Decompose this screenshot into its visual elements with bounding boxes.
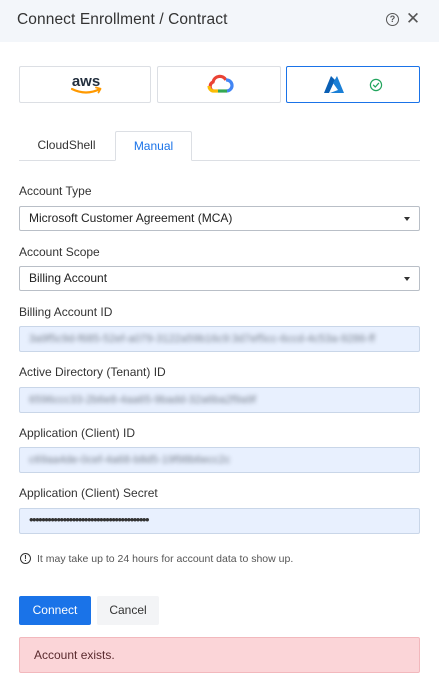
account-type-label: Account Type [19, 184, 92, 198]
connect-button[interactable]: Connect [19, 596, 91, 625]
account-type-value: Microsoft Customer Agreement (MCA) [29, 211, 233, 225]
client-secret-label: Application (Client) Secret [19, 486, 158, 500]
provider-gcp-button[interactable] [157, 66, 281, 103]
billing-account-id-value: 3a9f5c9d-f685-52ef-a079-3122a59b16c9:3d7… [29, 333, 375, 345]
aws-logo-icon: aws [70, 73, 102, 94]
provider-aws-button[interactable]: aws [19, 66, 151, 103]
billing-account-id-input[interactable]: 3a9f5c9d-f685-52ef-a079-3122a59b16c9:3d7… [19, 326, 420, 352]
azure-logo-icon [324, 76, 344, 93]
account-type-select[interactable]: Microsoft Customer Agreement (MCA) [19, 206, 420, 231]
account-scope-value: Billing Account [29, 271, 108, 285]
dialog-title: Connect Enrollment / Contract [17, 11, 228, 28]
billing-account-id-label: Billing Account ID [19, 305, 113, 319]
chevron-down-icon [404, 217, 410, 221]
tab-manual[interactable]: Manual [115, 131, 192, 161]
account-scope-label: Account Scope [19, 245, 100, 259]
close-icon[interactable]: ✕ [405, 10, 421, 28]
account-scope-select[interactable]: Billing Account [19, 266, 420, 291]
chevron-down-icon [404, 277, 410, 281]
error-alert-text: Account exists. [34, 648, 115, 662]
client-id-label: Application (Client) ID [19, 426, 136, 440]
check-circle-icon [369, 78, 383, 92]
info-message: It may take up to 24 hours for account d… [37, 553, 294, 565]
client-secret-value: ••••••••••••••••••••••••••••••••••••••• [29, 512, 150, 527]
google-cloud-logo-icon [207, 74, 234, 93]
info-icon: ! [20, 553, 31, 564]
tenant-id-value: 6596ccc33-2b6e8-4aa65-9badd-32a6ba2f9a9f [29, 394, 256, 406]
tenant-id-label: Active Directory (Tenant) ID [19, 365, 166, 379]
dialog-header: Connect Enrollment / Contract ? ✕ [0, 0, 439, 42]
help-icon[interactable]: ? [386, 13, 399, 26]
error-alert: Account exists. [19, 637, 420, 673]
tab-cloudshell[interactable]: CloudShell [19, 131, 114, 161]
tenant-id-input[interactable]: 6596ccc33-2b6e8-4aa65-9badd-32a6ba2f9a9f [19, 387, 420, 413]
client-id-input[interactable]: c69aa4de-0cef-4a68-b8d5-19f98b6ecc2c [19, 447, 420, 473]
client-secret-input[interactable]: ••••••••••••••••••••••••••••••••••••••• [19, 508, 420, 534]
cancel-button[interactable]: Cancel [97, 596, 159, 625]
client-id-value: c69aa4de-0cef-4a68-b8d5-19f98b6ecc2c [29, 454, 231, 466]
provider-azure-button[interactable] [286, 66, 420, 103]
